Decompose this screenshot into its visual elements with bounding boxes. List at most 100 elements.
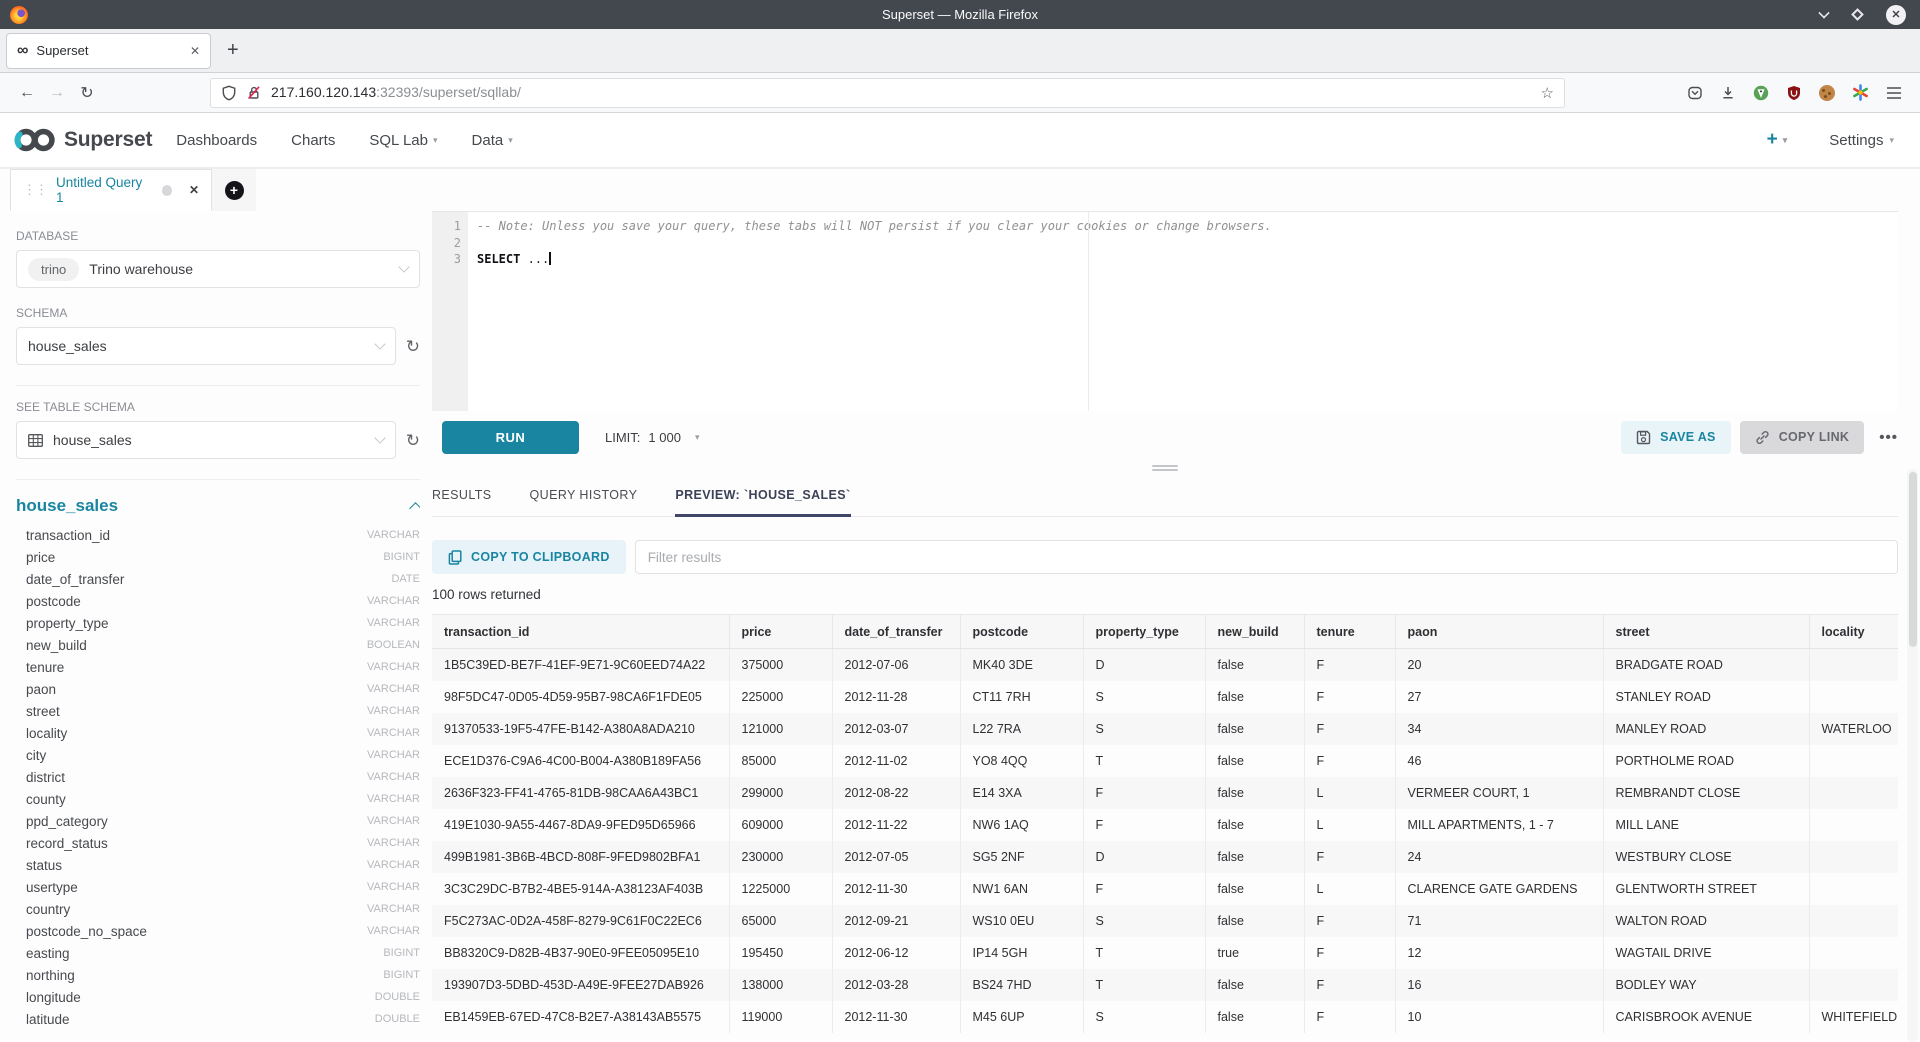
column-header-tenure[interactable]: tenure	[1304, 615, 1395, 649]
window-close-icon[interactable]: ✕	[1886, 5, 1906, 25]
copy-to-clipboard-button[interactable]: COPY TO CLIPBOARD	[432, 540, 626, 574]
nav-item-charts[interactable]: Charts	[291, 132, 335, 149]
browser-tab-title: Superset	[36, 43, 190, 58]
browser-tab-superset[interactable]: ∞ Superset ✕	[6, 33, 211, 69]
table-title[interactable]: house_sales	[16, 496, 118, 516]
rows-returned-text: 100 rows returned	[432, 587, 1898, 602]
lock-crossed-icon[interactable]	[246, 85, 262, 101]
collapse-chevron-icon[interactable]	[409, 502, 420, 515]
table-cell: 1225000	[729, 873, 832, 905]
results-panel: RESULTS QUERY HISTORY PREVIEW: `HOUSE_SALE…	[432, 473, 1898, 1042]
shield-icon[interactable]	[221, 85, 237, 101]
panel-resize-handle[interactable]	[432, 463, 1898, 473]
copy-link-button[interactable]: COPY LINK	[1740, 421, 1865, 454]
column-type: VARCHAR	[367, 837, 420, 849]
table-cell: F	[1304, 969, 1395, 1001]
table-cell: T	[1083, 937, 1205, 969]
results-scrollbar[interactable]	[1907, 469, 1918, 1042]
results-tab-query-history[interactable]: QUERY HISTORY	[530, 473, 638, 516]
column-name: record_status	[26, 836, 108, 851]
reload-icon[interactable]: ↻	[72, 83, 102, 103]
download-icon[interactable]	[1720, 85, 1736, 101]
results-tabstrip: RESULTS QUERY HISTORY PREVIEW: `HOUSE_SALE…	[432, 473, 1898, 517]
superset-brand[interactable]: Superset	[64, 128, 152, 152]
tab-close-icon[interactable]: ✕	[190, 44, 200, 58]
results-tab-results[interactable]: RESULTS	[432, 473, 492, 516]
url-path: :32393/superset/sqllab/	[376, 84, 521, 100]
filter-results-input[interactable]	[635, 540, 1898, 574]
privacy-badger-icon[interactable]	[1753, 85, 1769, 101]
ublock-icon[interactable]	[1786, 85, 1802, 101]
url-bar[interactable]: 217.160.120.143:32393/superset/sqllab/ ☆	[210, 78, 1565, 108]
save-as-button[interactable]: SAVE AS	[1621, 421, 1731, 454]
query-tab-close-icon[interactable]: ✕	[189, 183, 199, 197]
column-header-postcode[interactable]: postcode	[960, 615, 1083, 649]
window-minimize-icon[interactable]	[1818, 7, 1829, 18]
database-select[interactable]: trino Trino warehouse	[16, 250, 420, 288]
add-query-tab-button[interactable]: +	[212, 169, 256, 211]
column-header-new-build[interactable]: new_build	[1205, 615, 1304, 649]
column-header-property-type[interactable]: property_type	[1083, 615, 1205, 649]
column-header-locality[interactable]: locality	[1809, 615, 1898, 649]
results-tab-preview-house-sales[interactable]: PREVIEW: `HOUSE_SALES`	[675, 473, 850, 516]
column-name: tenure	[26, 660, 64, 675]
schema-column-row: paonVARCHAR	[16, 678, 420, 700]
column-header-paon[interactable]: paon	[1395, 615, 1603, 649]
schema-column-row: countryVARCHAR	[16, 898, 420, 920]
back-icon[interactable]: ←	[12, 84, 42, 102]
sqllab-workspace: ⋮⋮ Untitled Query 1 ✕ + DATABASE trino T…	[0, 169, 1920, 1042]
sql-editor[interactable]: 123 -- Note: Unless you save your query,…	[432, 211, 1898, 411]
table-cell: 65000	[729, 905, 832, 937]
table-cell: MILL LANE	[1603, 809, 1809, 841]
table-cell: 419E1030-9A55-4467-8DA9-9FED95D65966	[432, 809, 729, 841]
drag-handle-icon[interactable]: ⋮⋮	[23, 182, 47, 198]
column-header-transaction-id[interactable]: transaction_id	[432, 615, 729, 649]
cookie-icon[interactable]	[1819, 85, 1835, 101]
bookmark-star-icon[interactable]: ☆	[1541, 84, 1554, 102]
firefox-logo-icon	[10, 6, 28, 24]
url-host: 217.160.120.143	[271, 84, 376, 100]
table-cell: 2012-08-22	[832, 777, 960, 809]
table-row: 1B5C39ED-BE7F-41EF-9E71-9C60EED74A223750…	[432, 649, 1898, 681]
superset-logo-icon[interactable]	[12, 126, 58, 154]
column-type: BIGINT	[383, 969, 420, 981]
column-header-street[interactable]: street	[1603, 615, 1809, 649]
schema-sidebar: DATABASE trino Trino warehouse SCHEMA ho…	[16, 211, 420, 1042]
column-name: northing	[26, 968, 75, 983]
menu-hamburger-icon[interactable]	[1886, 86, 1902, 100]
table-cell: false	[1205, 1001, 1304, 1033]
refresh-schema-icon[interactable]: ↻	[406, 338, 420, 355]
column-name: easting	[26, 946, 70, 961]
forward-icon[interactable]: →	[42, 84, 72, 102]
extension-asterisk-icon[interactable]	[1852, 84, 1869, 101]
add-new-button[interactable]: +▾	[1767, 129, 1788, 151]
nav-item-sql-lab[interactable]: SQL Lab▾	[369, 132, 437, 149]
table-cell: 3C3C29DC-B7B2-4BE5-914A-A38123AF403B	[432, 873, 729, 905]
nav-item-data[interactable]: Data▾	[472, 132, 513, 149]
line-number: 2	[432, 235, 461, 252]
table-cell: 2012-11-02	[832, 745, 960, 777]
table-cell: MILL APARTMENTS, 1 - 7	[1395, 809, 1603, 841]
limit-dropdown[interactable]: LIMIT: 1 000 ▾	[605, 430, 699, 445]
more-options-button[interactable]: •••	[1879, 429, 1898, 446]
pocket-icon[interactable]	[1687, 85, 1703, 101]
column-header-date-of-transfer[interactable]: date_of_transfer	[832, 615, 960, 649]
editor-code[interactable]: -- Note: Unless you save your query, the…	[468, 212, 1898, 411]
table-select[interactable]: house_sales	[16, 421, 396, 459]
column-header-price[interactable]: price	[729, 615, 832, 649]
query-tab-active[interactable]: ⋮⋮ Untitled Query 1 ✕	[10, 169, 212, 211]
results-body: 1B5C39ED-BE7F-41EF-9E71-9C60EED74A223750…	[432, 649, 1898, 1033]
settings-menu[interactable]: Settings▾	[1829, 132, 1894, 149]
table-cell: 193907D3-5DBD-453D-A49E-9FEE27DAB926	[432, 969, 729, 1001]
column-type: VARCHAR	[367, 859, 420, 871]
schema-select[interactable]: house_sales	[16, 327, 396, 365]
window-maximize-icon[interactable]	[1851, 8, 1864, 21]
table-cell: 609000	[729, 809, 832, 841]
new-tab-button[interactable]: +	[227, 39, 239, 62]
run-button[interactable]: RUN	[442, 421, 579, 454]
column-type: BIGINT	[383, 947, 420, 959]
table-cell: 2012-11-28	[832, 681, 960, 713]
scrollbar-thumb[interactable]	[1909, 472, 1917, 647]
nav-item-dashboards[interactable]: Dashboards	[176, 132, 257, 149]
refresh-table-icon[interactable]: ↻	[406, 432, 420, 449]
